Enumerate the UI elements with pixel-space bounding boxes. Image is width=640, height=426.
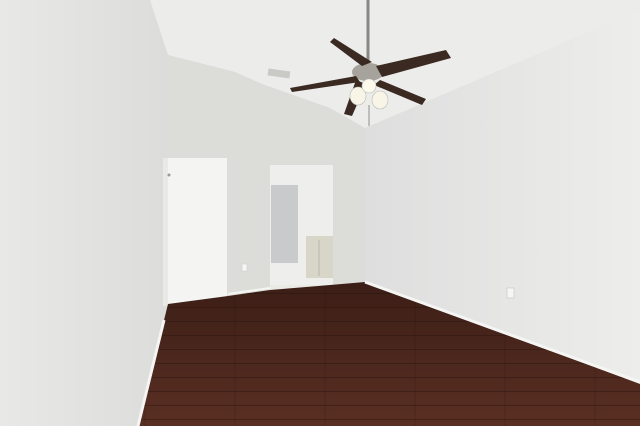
door-frame	[163, 158, 168, 306]
fan-light	[371, 90, 389, 110]
door-hinge	[167, 173, 171, 177]
left-wall	[0, 0, 168, 426]
wall-outlet	[506, 287, 515, 299]
bathroom-shower	[271, 185, 298, 263]
closet-door	[168, 158, 227, 304]
empty-room-photo	[0, 0, 640, 426]
fan-light	[361, 78, 377, 94]
wall-outlet-back	[241, 263, 248, 272]
